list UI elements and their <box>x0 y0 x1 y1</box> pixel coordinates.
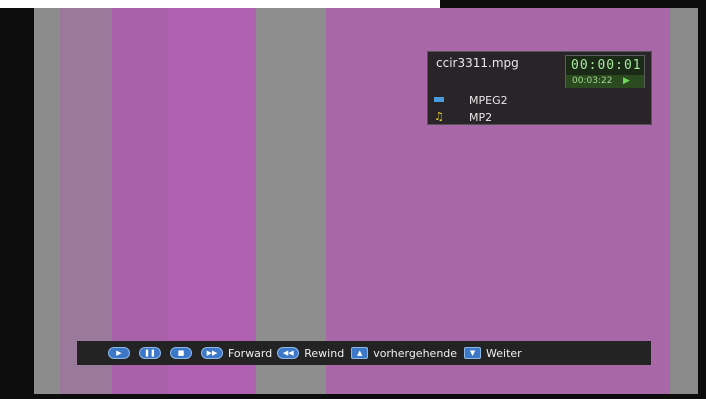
stop-button[interactable]: ■ <box>170 347 192 359</box>
down-arrow-button[interactable]: ▼ <box>464 347 482 359</box>
timer-box: 00:00:01 00:03:22 ▶ <box>565 55 645 88</box>
media-player-screen: ccir3311.mpg 00:00:01 00:03:22 ▶ MPEG2 ♫… <box>0 0 706 399</box>
total-time-row: 00:03:22 ▶ <box>566 75 644 88</box>
color-bar-muted-purple <box>60 8 112 394</box>
rewind-button[interactable]: ◀◀ <box>277 347 300 359</box>
color-bar-grey-right <box>670 8 698 394</box>
video-codec: MPEG2 <box>469 94 508 107</box>
up-arrow-button[interactable]: ▲ <box>351 347 369 359</box>
file-name: ccir3311.mpg <box>436 56 519 70</box>
pause-button[interactable]: ❚❚ <box>139 347 161 359</box>
next-label: Weiter <box>486 346 522 360</box>
forward-label: Forward <box>228 346 273 360</box>
play-button[interactable]: ▶ <box>108 347 130 359</box>
playback-control-bar: ▶ ❚❚ ■ ▶▶ Forward ◀◀ Rewind ▲ vorhergehe… <box>77 341 651 365</box>
playback-info-panel: ccir3311.mpg 00:00:01 00:03:22 ▶ MPEG2 ♫… <box>427 51 652 125</box>
top-border-line <box>0 0 440 8</box>
current-time: 00:00:01 <box>571 58 642 73</box>
total-time: 00:03:22 <box>572 76 613 86</box>
previous-label: vorhergehende <box>373 346 458 360</box>
rewind-label: Rewind <box>304 346 345 360</box>
color-bar-pink <box>168 8 256 394</box>
play-state-icon: ▶ <box>623 76 630 86</box>
video-stream-icon <box>434 94 446 106</box>
color-bar-grey-left <box>34 8 60 394</box>
audio-codec: MP2 <box>469 111 493 124</box>
color-bar-grey-center <box>256 8 326 394</box>
music-note-icon: ♫ <box>434 110 444 123</box>
color-bar-magenta <box>112 8 168 394</box>
forward-button[interactable]: ▶▶ <box>201 347 223 359</box>
